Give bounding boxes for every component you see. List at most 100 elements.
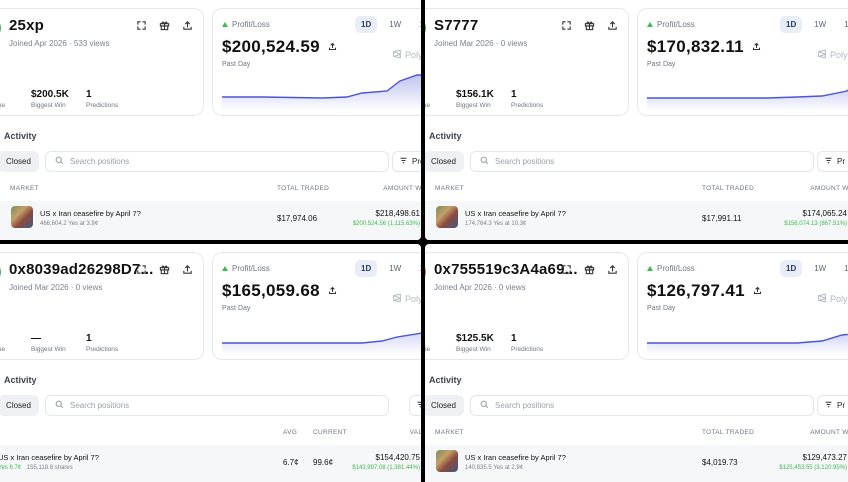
table-row[interactable] xyxy=(0,445,421,482)
profile-stats: K Value — Biggest Win 1 Predictions xyxy=(0,333,205,359)
share-icon[interactable] xyxy=(328,42,337,53)
search-placeholder: Search positions xyxy=(495,157,555,166)
up-arrow-icon xyxy=(222,266,228,271)
tab-1d[interactable]: 1D xyxy=(780,260,803,277)
col-header-2[interactable]: TOTAL TRADED xyxy=(702,429,754,436)
table-row[interactable] xyxy=(425,445,848,482)
profile-stats: Value $125.5K Biggest Win 1 Predictions xyxy=(425,333,630,359)
profile-card: 0x755519c3A4a69... Joined Apr 2026 · 0 v… xyxy=(425,252,629,360)
col-header-1[interactable]: MARKET xyxy=(435,185,464,192)
tab-1w[interactable]: 1W xyxy=(383,260,407,277)
avatar[interactable] xyxy=(425,19,426,37)
search-input[interactable]: Search positions xyxy=(45,151,389,172)
pnl-amount: $165,059.68 xyxy=(222,281,320,300)
amount-won-pct: $143,997.08 (1,381.44%) xyxy=(352,465,420,471)
biggest-win-label: Biggest Win xyxy=(31,346,66,353)
search-icon xyxy=(480,156,489,167)
tab-1w[interactable]: 1W xyxy=(383,16,407,33)
pnl-sparkline xyxy=(222,332,421,355)
col-header-3[interactable]: VALUE xyxy=(352,429,421,436)
timeframe-tabs: 1D 1W 1M xyxy=(780,16,848,33)
sort-button[interactable]: Pr xyxy=(817,151,848,172)
col-header-2[interactable]: TOTAL TRADED xyxy=(702,185,754,192)
col-header-current[interactable]: CURRENT xyxy=(313,429,347,436)
sort-button[interactable] xyxy=(409,395,421,416)
tab-closed[interactable]: Closed xyxy=(0,395,39,416)
tab-1d[interactable]: 1D xyxy=(780,16,803,33)
market-title[interactable]: US x Iran ceasefire by April 7? xyxy=(40,209,141,218)
tab-1d[interactable]: 1D xyxy=(355,260,378,277)
pnl-title: Profit/Loss xyxy=(222,264,270,273)
profile-panel-25xp: 25xp Joined Apr 2026 · 533 views Value $… xyxy=(0,0,421,240)
col-header-3[interactable]: AMOUNT WON xyxy=(779,185,848,192)
search-input[interactable]: Search positions xyxy=(45,395,389,416)
pnl-sparkline xyxy=(222,74,421,111)
predictions-label: Predictions xyxy=(86,102,119,109)
gift-icon[interactable] xyxy=(159,264,170,275)
col-header-3[interactable]: AMOUNT WON xyxy=(352,185,421,192)
gift-icon[interactable] xyxy=(584,20,595,31)
search-icon xyxy=(480,400,489,411)
expand-icon[interactable] xyxy=(561,20,572,31)
username: 25xp xyxy=(9,17,44,34)
tab-closed[interactable]: Closed xyxy=(425,151,464,172)
profile-stats: Value $200.5K Biggest Win 1 Predictions xyxy=(0,89,205,115)
col-header-3[interactable]: AMOUNT WON xyxy=(779,429,848,436)
search-icon xyxy=(55,400,64,411)
username: S7777 xyxy=(434,17,479,34)
tab-closed[interactable]: Closed xyxy=(0,151,39,172)
expand-icon[interactable] xyxy=(136,264,147,275)
sort-button[interactable]: Pro xyxy=(392,151,421,172)
gift-icon[interactable] xyxy=(159,20,170,31)
share-icon[interactable] xyxy=(607,264,618,275)
search-placeholder: Search positions xyxy=(70,401,130,410)
current-price: 99.6¢ xyxy=(313,458,334,467)
col-header-2[interactable]: AVG xyxy=(283,429,297,436)
market-title[interactable]: US x Iran ceasefire by April 7? xyxy=(465,453,566,462)
gift-icon[interactable] xyxy=(584,264,595,275)
share-icon[interactable] xyxy=(328,286,337,297)
search-input[interactable]: Search positions xyxy=(470,395,814,416)
amount-won: $218,498.61 xyxy=(375,209,421,218)
profile-card: S7777 Joined Mar 2026 · 0 views Value $1… xyxy=(425,8,629,116)
profile-panel-s7777: S7777 Joined Mar 2026 · 0 views Value $1… xyxy=(425,0,848,240)
share-icon[interactable] xyxy=(182,20,193,31)
avatar[interactable] xyxy=(425,263,426,281)
join-meta: Joined Apr 2026 · 0 views xyxy=(434,283,526,292)
tab-1m[interactable]: 1M xyxy=(413,16,421,33)
share-icon[interactable] xyxy=(607,20,618,31)
tab-1m[interactable]: 1M xyxy=(838,260,848,277)
pnl-amount: $170,832.11 xyxy=(647,37,744,56)
pnl-amount-row: $200,524.59 xyxy=(222,37,337,57)
col-header-1[interactable]: MARKET xyxy=(435,429,464,436)
username: 0x8039ad26298D7... xyxy=(9,261,154,278)
tab-1m[interactable]: 1M xyxy=(838,16,848,33)
expand-icon[interactable] xyxy=(136,20,147,31)
period-label: Past Day xyxy=(222,61,251,68)
market-title[interactable]: US x Iran ceasefire by April 7? xyxy=(0,453,99,462)
tab-closed[interactable]: Closed xyxy=(425,395,464,416)
sort-icon xyxy=(824,400,833,411)
market-title[interactable]: US x Iran ceasefire by April 7? xyxy=(465,209,566,218)
tab-1d[interactable]: 1D xyxy=(355,16,378,33)
tab-1m[interactable]: 1M xyxy=(413,260,421,277)
pnl-card: Profit/Loss 1D 1W 1M $170,832.11 Past Da… xyxy=(637,8,848,116)
col-header-1[interactable]: MARKET xyxy=(10,185,39,192)
tab-1w[interactable]: 1W xyxy=(808,260,832,277)
sort-label: Pro xyxy=(412,157,421,166)
avatar[interactable] xyxy=(0,19,1,37)
share-icon[interactable] xyxy=(752,42,761,53)
share-icon[interactable] xyxy=(182,264,193,275)
share-icon[interactable] xyxy=(753,286,762,297)
screenshot-grid: 25xp Joined Apr 2026 · 533 views Value $… xyxy=(0,0,848,482)
sort-label: Pr xyxy=(837,401,845,410)
tab-1w[interactable]: 1W xyxy=(808,16,832,33)
col-header-2[interactable]: TOTAL TRADED xyxy=(277,185,329,192)
expand-icon[interactable] xyxy=(561,264,572,275)
pnl-amount-row: $126,797.41 xyxy=(647,281,762,301)
sort-button[interactable]: Pr xyxy=(817,395,848,416)
total-traded: $4,019.73 xyxy=(702,458,738,467)
search-input[interactable]: Search positions xyxy=(470,151,814,172)
avatar[interactable] xyxy=(0,263,1,281)
market-subtitle: Yes 6.7¢ 155,118.8 shares xyxy=(0,465,73,471)
